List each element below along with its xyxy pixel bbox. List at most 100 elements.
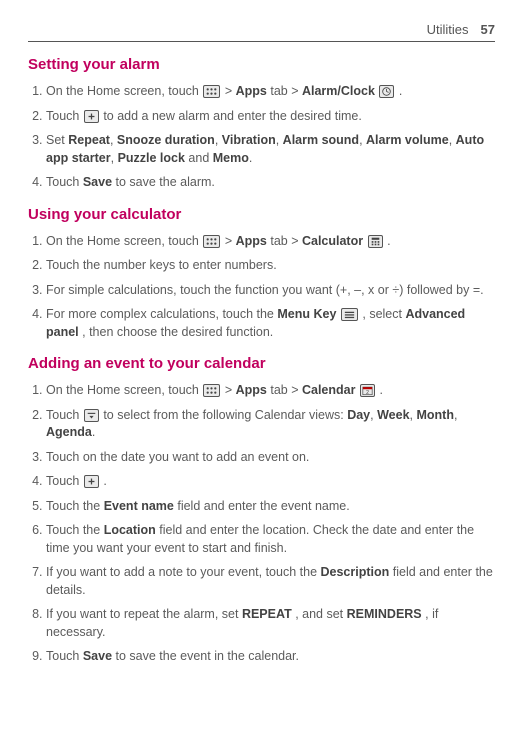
text: Touch <box>46 649 83 663</box>
bold-vibration: Vibration <box>222 133 276 147</box>
page-header: Utilities 57 <box>28 22 495 42</box>
text: . <box>103 474 106 488</box>
bold-alarm-clock: Alarm/Clock <box>302 84 375 98</box>
list-item: On the Home screen, touch > Apps tab > A… <box>46 83 495 101</box>
bold-memo: Memo <box>213 151 249 165</box>
text: . <box>399 84 402 98</box>
bold-reminders: REMINDERS <box>347 607 422 621</box>
list-item: Touch . <box>46 473 495 491</box>
plus-icon <box>84 475 99 488</box>
text: > <box>225 234 236 248</box>
list-item: Touch on the date you want to add an eve… <box>46 449 495 467</box>
text: Touch <box>46 175 83 189</box>
text: > <box>225 84 236 98</box>
text: , <box>110 133 117 147</box>
text: to add a new alarm and enter the desired… <box>103 109 361 123</box>
text: tab > <box>270 383 302 397</box>
text: For more complex calculations, touch the <box>46 307 277 321</box>
text: If you want to add a note to your event,… <box>46 565 321 579</box>
text: to save the alarm. <box>116 175 215 189</box>
text: tab > <box>270 234 302 248</box>
dropdown-icon <box>84 409 99 422</box>
text: On the Home screen, touch <box>46 383 202 397</box>
bold-week: Week <box>377 408 409 422</box>
bold-apps: Apps <box>236 234 267 248</box>
text: Set <box>46 133 68 147</box>
plus-icon <box>84 110 99 123</box>
bold-description: Description <box>321 565 390 579</box>
text: . <box>92 425 95 439</box>
text: On the Home screen, touch <box>46 84 202 98</box>
list-item: If you want to add a note to your event,… <box>46 564 495 599</box>
list-item: Touch to select from the following Calen… <box>46 407 495 442</box>
list-item: On the Home screen, touch > Apps tab > C… <box>46 233 495 251</box>
text: , then choose the desired function. <box>82 325 273 339</box>
page: Utilities 57 Setting your alarm On the H… <box>0 0 523 666</box>
text: , <box>359 133 366 147</box>
header-section-title: Utilities <box>427 22 469 37</box>
calculator-icon <box>368 235 383 248</box>
text: Touch <box>46 474 83 488</box>
text: . <box>249 151 252 165</box>
text: On the Home screen, touch <box>46 234 202 248</box>
text: , select <box>362 307 405 321</box>
text: to save the event in the calendar. <box>116 649 299 663</box>
bold-alarm-sound: Alarm sound <box>283 133 359 147</box>
text: . <box>379 383 382 397</box>
clock-icon <box>379 85 394 98</box>
bold-save: Save <box>83 175 112 189</box>
list-item: Touch to add a new alarm and enter the d… <box>46 108 495 126</box>
list-using-your-calculator: On the Home screen, touch > Apps tab > C… <box>28 233 495 342</box>
list-adding-an-event: On the Home screen, touch > Apps tab > C… <box>28 382 495 666</box>
bold-agenda: Agenda <box>46 425 92 439</box>
apps-grid-icon <box>203 85 220 98</box>
text: field and enter the event name. <box>177 499 349 513</box>
text: Touch the <box>46 499 104 513</box>
bold-save: Save <box>83 649 112 663</box>
text: tab > <box>270 84 302 98</box>
text: Touch <box>46 408 83 422</box>
text: Touch <box>46 109 83 123</box>
bold-calculator: Calculator <box>302 234 363 248</box>
text: . <box>387 234 390 248</box>
bold-snooze-duration: Snooze duration <box>117 133 215 147</box>
bold-month: Month <box>416 408 453 422</box>
bold-alarm-volume: Alarm volume <box>366 133 449 147</box>
list-item: For simple calculations, touch the funct… <box>46 282 495 300</box>
bold-event-name: Event name <box>104 499 174 513</box>
text: , <box>276 133 283 147</box>
header-page-number: 57 <box>481 22 495 37</box>
text: Touch the <box>46 523 104 537</box>
list-item: Touch Save to save the alarm. <box>46 174 495 192</box>
text: and <box>185 151 213 165</box>
apps-grid-icon <box>203 235 220 248</box>
list-item: If you want to repeat the alarm, set REP… <box>46 606 495 641</box>
list-item: On the Home screen, touch > Apps tab > C… <box>46 382 495 400</box>
text: If you want to repeat the alarm, set <box>46 607 242 621</box>
list-item: Set Repeat, Snooze duration, Vibration, … <box>46 132 495 167</box>
text: > <box>225 383 236 397</box>
heading-setting-your-alarm: Setting your alarm <box>28 56 495 73</box>
list-setting-your-alarm: On the Home screen, touch > Apps tab > A… <box>28 83 495 192</box>
bold-apps: Apps <box>236 84 267 98</box>
text: , and set <box>295 607 346 621</box>
apps-grid-icon <box>203 384 220 397</box>
text: , <box>454 408 457 422</box>
list-item: For more complex calculations, touch the… <box>46 306 495 341</box>
text: , <box>111 151 118 165</box>
heading-adding-an-event: Adding an event to your calendar <box>28 355 495 372</box>
bold-puzzle-lock: Puzzle lock <box>118 151 185 165</box>
text: , <box>215 133 222 147</box>
list-item: Touch Save to save the event in the cale… <box>46 648 495 666</box>
bold-repeat: Repeat <box>68 133 110 147</box>
text: to select from the following Calendar vi… <box>103 408 347 422</box>
bold-day: Day <box>347 408 370 422</box>
bold-menu-key: Menu Key <box>277 307 336 321</box>
list-item: Touch the number keys to enter numbers. <box>46 257 495 275</box>
bold-repeat-caps: REPEAT <box>242 607 292 621</box>
bold-calendar: Calendar <box>302 383 356 397</box>
bold-apps: Apps <box>236 383 267 397</box>
text: , <box>449 133 456 147</box>
menu-key-icon <box>341 308 358 321</box>
list-item: Touch the Event name field and enter the… <box>46 498 495 516</box>
